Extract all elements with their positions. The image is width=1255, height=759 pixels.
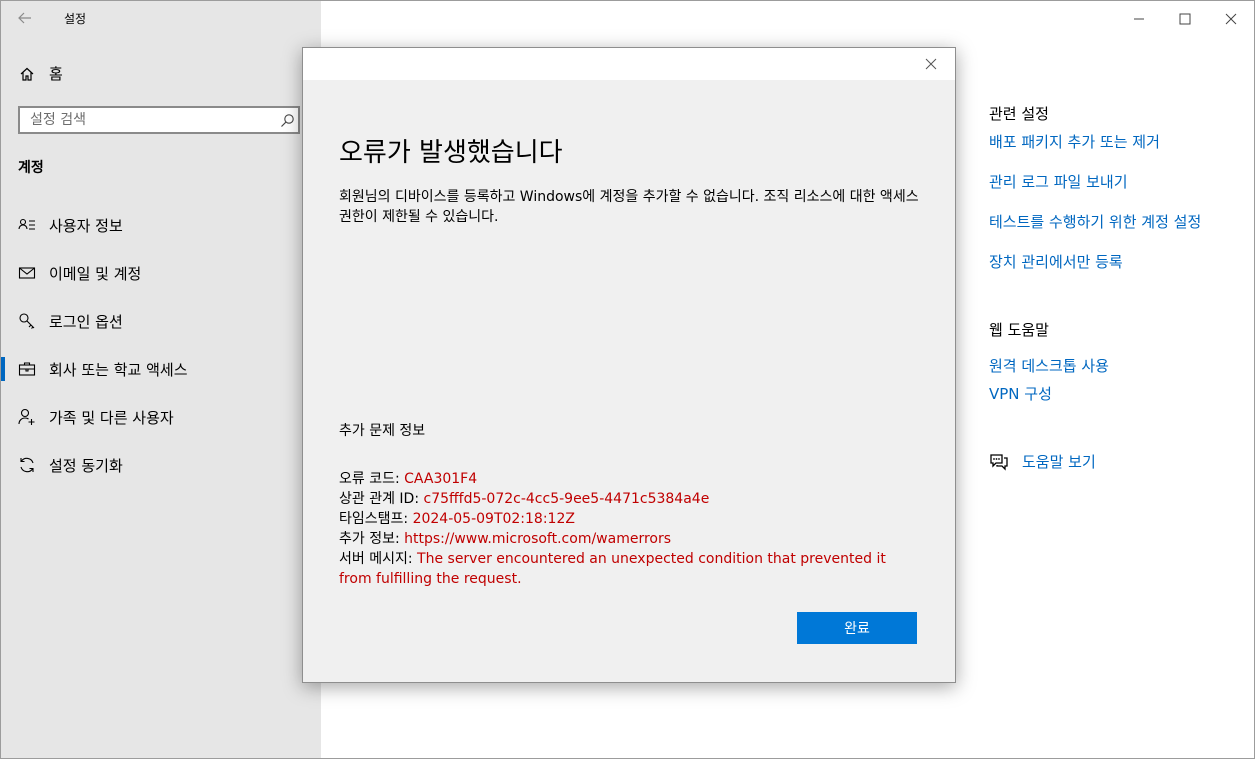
- sidebar-item-email[interactable]: 이메일 및 계정: [1, 249, 321, 297]
- error-details: 오류 코드: CAA301F4 상관 관계 ID: c75fffd5-072c-…: [339, 469, 919, 589]
- add-person-icon: [18, 408, 36, 426]
- sidebar: 설정 홈 계정 사용자 정보: [1, 1, 321, 758]
- sidebar-item-work-school[interactable]: 회사 또는 학교 액세스: [1, 345, 321, 393]
- error-dialog: 오류가 발생했습니다 회원님의 디바이스를 등록하고 Windows에 계정을 …: [302, 47, 956, 683]
- related-settings-title: 관련 설정: [989, 105, 1049, 123]
- server-message-label: 서버 메시지:: [339, 551, 418, 567]
- error-code-line: 오류 코드: CAA301F4: [339, 469, 919, 489]
- sidebar-item-family[interactable]: 가족 및 다른 사용자: [1, 393, 321, 441]
- account-nav-list: 사용자 정보 이메일 및 계정 로그인 옵션 회사 또는 학교 액세스 가족 및…: [1, 201, 321, 489]
- correlation-id-value: c75fffd5-072c-4cc5-9ee5-4471c5384a4e: [423, 491, 710, 507]
- link-vpn-setup[interactable]: VPN 구성: [989, 383, 1052, 404]
- dialog-title-bar: [303, 48, 955, 80]
- settings-window: 설정 홈 계정 사용자 정보: [0, 0, 1255, 759]
- sidebar-item-sign-in[interactable]: 로그인 옵션: [1, 297, 321, 345]
- link-send-log-files[interactable]: 관리 로그 파일 보내기: [989, 171, 1128, 192]
- search-input[interactable]: [20, 108, 270, 132]
- sidebar-item-label: 회사 또는 학교 액세스: [49, 360, 188, 379]
- timestamp-line: 타임스탬프: 2024-05-09T02:18:12Z: [339, 509, 919, 529]
- sidebar-item-label: 사용자 정보: [49, 216, 123, 235]
- more-info-url[interactable]: https://www.microsoft.com/wamerrors: [404, 531, 671, 547]
- back-arrow-icon[interactable]: [13, 6, 37, 30]
- close-window-icon[interactable]: [1221, 9, 1241, 29]
- window-title: 설정: [64, 12, 87, 26]
- error-code-label: 오류 코드:: [339, 471, 405, 487]
- more-info-label: 추가 정보:: [339, 531, 405, 547]
- correlation-id-line: 상관 관계 ID: c75fffd5-072c-4cc5-9ee5-4471c5…: [339, 489, 919, 509]
- close-icon[interactable]: [921, 54, 941, 74]
- link-setup-test-account[interactable]: 테스트를 수행하기 위한 계정 설정: [989, 211, 1201, 232]
- server-message-line: 서버 메시지: The server encountered an unexpe…: [339, 549, 919, 589]
- link-get-help[interactable]: 도움말 보기: [1022, 451, 1096, 472]
- settings-search-box[interactable]: [18, 106, 300, 134]
- maximize-icon[interactable]: [1175, 9, 1195, 29]
- sidebar-item-sync[interactable]: 설정 동기화: [1, 441, 321, 489]
- dialog-title: 오류가 발생했습니다: [339, 138, 563, 168]
- chat-help-icon: [989, 453, 1009, 471]
- home-icon: [19, 66, 35, 82]
- briefcase-icon: [18, 360, 36, 378]
- more-info-line: 추가 정보: https://www.microsoft.com/wamerro…: [339, 529, 919, 549]
- error-code-value: CAA301F4: [404, 471, 478, 487]
- mail-icon: [18, 264, 36, 282]
- timestamp-label: 타임스탬프:: [339, 511, 413, 527]
- minimize-icon[interactable]: [1129, 9, 1149, 29]
- link-enroll-device-management[interactable]: 장치 관리에서만 등록: [989, 251, 1123, 272]
- home-label: 홈: [49, 65, 63, 83]
- more-info-title: 추가 문제 정보: [339, 423, 426, 439]
- get-help-item[interactable]: 도움말 보기: [989, 451, 1096, 472]
- sidebar-item-label: 가족 및 다른 사용자: [49, 408, 174, 427]
- done-button[interactable]: 완료: [797, 612, 917, 644]
- sidebar-item-label: 로그인 옵션: [49, 312, 123, 331]
- sidebar-item-user-info[interactable]: 사용자 정보: [1, 201, 321, 249]
- correlation-id-label: 상관 관계 ID:: [339, 491, 424, 507]
- sidebar-item-label: 이메일 및 계정: [49, 264, 142, 283]
- link-add-remove-package[interactable]: 배포 패키지 추가 또는 제거: [989, 131, 1160, 152]
- link-remote-desktop[interactable]: 원격 데스크톱 사용: [989, 355, 1109, 376]
- user-info-icon: [18, 216, 36, 234]
- section-title: 계정: [18, 160, 44, 176]
- sidebar-item-label: 설정 동기화: [49, 456, 123, 475]
- search-icon[interactable]: [280, 113, 295, 128]
- sync-icon: [18, 456, 36, 474]
- web-help-title: 웹 도움말: [989, 321, 1049, 339]
- home-nav-item[interactable]: 홈: [19, 63, 63, 84]
- key-icon: [18, 312, 36, 330]
- dialog-message: 회원님의 디바이스를 등록하고 Windows에 계정을 추가할 수 없습니다.…: [339, 189, 919, 225]
- server-message-value: The server encountered an unexpected con…: [339, 551, 886, 587]
- timestamp-value: 2024-05-09T02:18:12Z: [412, 511, 575, 527]
